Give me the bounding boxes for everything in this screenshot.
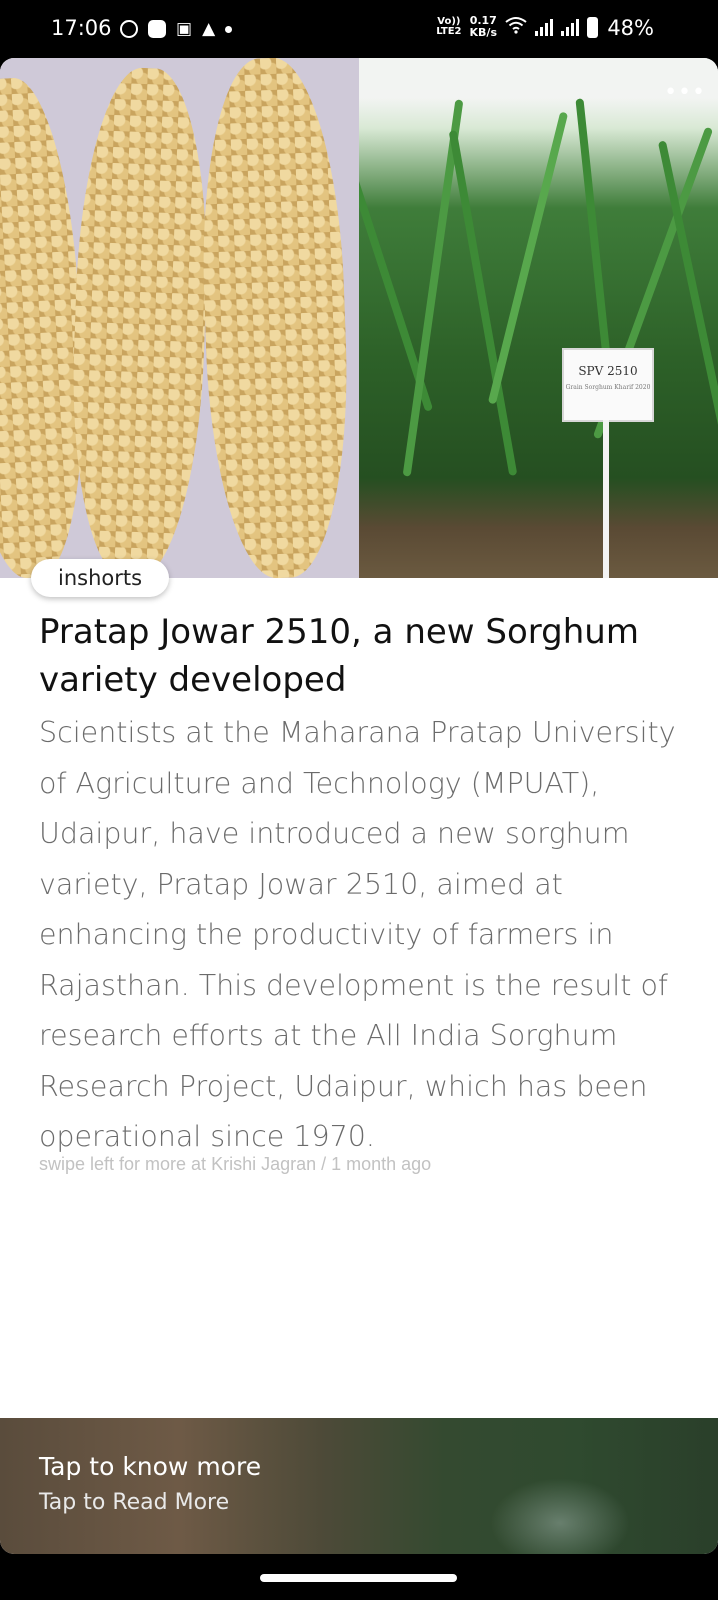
dot-icon — [225, 25, 233, 33]
article-source[interactable]: swipe left for more at Krishi Jagran / 1… — [39, 1154, 679, 1175]
net-speed-unit: KB/s — [469, 26, 497, 39]
more-dots-icon[interactable]: ••• — [664, 82, 706, 104]
sign-pole — [603, 420, 609, 578]
navigation-icon: ▲ — [202, 18, 216, 39]
battery-percent: 48% — [607, 16, 654, 40]
status-time: 17:06 — [51, 16, 112, 40]
battery-icon — [587, 16, 598, 38]
wifi-icon — [505, 16, 527, 38]
signal-icon-sim1 — [535, 18, 553, 36]
bag-icon — [148, 20, 166, 38]
net-speed: 0.17 KB/s — [470, 15, 497, 39]
footer-title: Tap to know more — [39, 1452, 262, 1481]
status-left-icons: ▣ ▲ — [120, 17, 233, 41]
volte-network-label: LTE2 — [436, 26, 462, 37]
brand-badge: inshorts — [31, 559, 170, 597]
sorghum-grain-photo — [0, 58, 359, 578]
article-image[interactable]: SPV 2510 Grain Sorghum Kharif 2020 ••• — [0, 58, 718, 578]
notification-icon: ▣ — [176, 18, 193, 39]
status-bar: 17:06 ▣ ▲ Vo)) LTE2 0.17 KB/s 48% — [0, 0, 718, 58]
whatsapp-icon — [120, 20, 138, 38]
sorghum-field-photo: SPV 2510 Grain Sorghum Kharif 2020 — [359, 58, 718, 578]
plot-sign-caption: Grain Sorghum Kharif 2020 — [565, 384, 651, 391]
plot-sign-code: SPV 2510 — [578, 364, 638, 378]
home-indicator[interactable] — [260, 1574, 457, 1582]
footer-subtitle: Tap to Read More — [39, 1490, 230, 1515]
volte-icon: Vo)) LTE2 — [436, 17, 461, 37]
signal-icon-sim2 — [561, 18, 579, 36]
status-right-icons: Vo)) LTE2 0.17 KB/s — [436, 15, 598, 39]
news-card[interactable]: SPV 2510 Grain Sorghum Kharif 2020 ••• i… — [0, 58, 718, 1554]
plot-sign: SPV 2510 Grain Sorghum Kharif 2020 — [562, 348, 654, 422]
read-more-footer[interactable]: Tap to know more Tap to Read More — [0, 1418, 718, 1554]
article-headline: Pratap Jowar 2510, a new Sorghum variety… — [39, 612, 639, 700]
footer-glow — [490, 1478, 630, 1554]
article-body: Scientists at the Maharana Pratap Univer… — [39, 716, 676, 1153]
